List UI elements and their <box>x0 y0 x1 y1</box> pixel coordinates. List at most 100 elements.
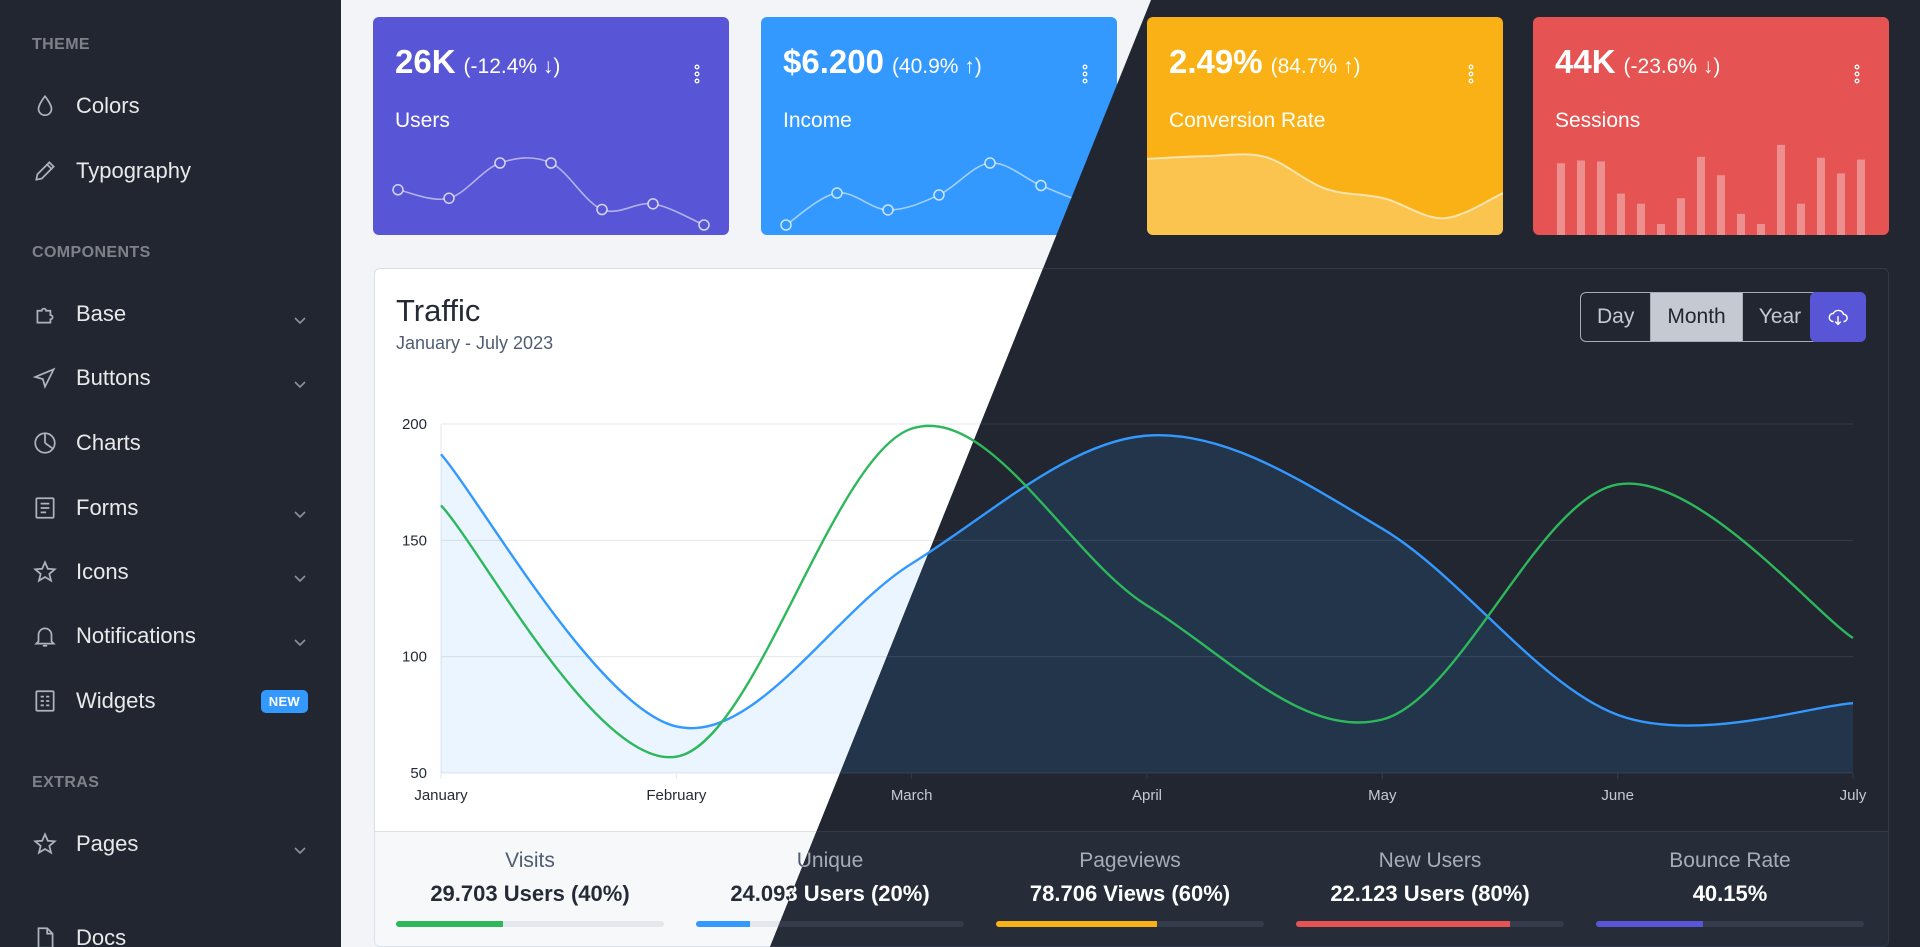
cloud-download-icon <box>1828 309 1848 326</box>
widget-card-income: $6.200 (40.9% ↑) Income <box>761 17 1117 235</box>
spark-bar <box>1657 223 1665 235</box>
stat-value: 24.093 Users (20%) <box>730 881 930 906</box>
sidebar-item-icons[interactable]: Icons <box>0 544 341 600</box>
sidebar-item-label: Docs <box>76 925 127 947</box>
card-change: (-12.4% ↓) <box>463 55 561 78</box>
stat-progress <box>396 921 664 927</box>
y-tick-label: 150 <box>402 532 427 549</box>
chevron-down-icon <box>293 501 307 519</box>
x-tick-label: July <box>1840 787 1867 804</box>
more-options-icon[interactable] <box>1852 63 1862 85</box>
stat-value: 40.15% <box>1692 881 1768 906</box>
sidebar-item-forms[interactable]: Forms <box>0 480 341 536</box>
card-value: $6.200 <box>783 43 884 80</box>
new-badge: NEW <box>260 690 308 713</box>
spark-point <box>443 192 455 204</box>
widget-card-conversion: 2.49% (84.7% ↑) Conversion Rate <box>1147 17 1503 235</box>
more-options-icon[interactable] <box>1466 63 1476 85</box>
card-sparkline <box>392 157 710 231</box>
card-label: Income <box>783 109 852 132</box>
card-change: (40.9% ↑) <box>891 55 982 78</box>
stat-value: 29.703 Users (40%) <box>430 881 630 906</box>
spark-bar <box>1757 223 1765 235</box>
main-content: 26K (-12.4% ↓) Users $6.200 (40.9% ↑) Inco… <box>341 0 1920 947</box>
calculator-icon <box>32 688 58 714</box>
period-day-button[interactable]: Day <box>1581 293 1652 341</box>
sidebar-item-colors[interactable]: Colors <box>0 78 341 134</box>
spark-bar <box>1817 157 1825 235</box>
sidebar-item-typography[interactable]: Typography <box>0 143 341 199</box>
stat-progress-fill <box>396 921 504 927</box>
traffic-subtitle: January - July 2023 <box>396 333 554 353</box>
stat-progress <box>996 921 1264 927</box>
spark-point <box>780 219 792 231</box>
sidebar-item-charts[interactable]: Charts <box>0 415 341 471</box>
traffic-title: Traffic <box>396 293 481 328</box>
period-toggle: Day Month Year <box>1580 292 1819 342</box>
chevron-down-icon <box>293 565 307 583</box>
sidebar-item-widgets[interactable]: Widgets NEW <box>0 673 341 729</box>
period-year-button[interactable]: Year <box>1743 293 1817 341</box>
x-tick-label: February <box>646 787 707 804</box>
card-label: Conversion Rate <box>1169 109 1326 132</box>
sidebar-item-label: Typography <box>76 158 191 183</box>
spark-point <box>1035 179 1047 192</box>
sidebar-item-buttons[interactable]: Buttons <box>0 350 341 406</box>
stat-label: New Users <box>1378 849 1482 872</box>
x-tick-label: January <box>414 787 468 804</box>
stat-progress-fill <box>1596 921 1704 927</box>
spark-point <box>882 204 894 216</box>
card-change: (84.7% ↑) <box>1270 55 1361 78</box>
sidebar-item-docs[interactable]: Docs <box>0 910 341 947</box>
stat-label: Visits <box>505 849 555 872</box>
stat-visits: Visits 29.703 Users (40%) <box>396 832 664 927</box>
download-button[interactable] <box>1810 292 1866 342</box>
card-sparkline <box>1557 144 1865 235</box>
x-tick-label: March <box>891 787 933 804</box>
stat-bounce-rate: Bounce Rate 40.15% <box>1596 832 1864 927</box>
spark-point <box>698 219 710 231</box>
stat-value: 22.123 Users (80%) <box>1330 881 1530 906</box>
spark-bar <box>1857 159 1865 235</box>
spark-bar <box>1557 163 1565 235</box>
spark-point <box>494 157 506 169</box>
x-tick-label: April <box>1132 787 1162 804</box>
card-sparkline <box>1147 153 1503 235</box>
stat-label: Bounce Rate <box>1669 849 1791 872</box>
stat-progress-fill <box>996 921 1157 927</box>
star-icon <box>32 559 58 585</box>
sidebar-item-base[interactable]: Base <box>0 286 341 342</box>
card-sparkline <box>780 157 1098 231</box>
stat-progress <box>1296 921 1564 927</box>
cursor-icon <box>32 365 58 391</box>
spark-point <box>933 189 945 201</box>
spark-bar <box>1597 161 1605 235</box>
spark-bar <box>1777 144 1785 235</box>
spark-point <box>1086 200 1098 212</box>
sidebar-item-pages[interactable]: Pages <box>0 816 341 872</box>
card-label: Sessions <box>1555 109 1641 132</box>
y-tick-label: 100 <box>402 649 427 666</box>
stat-label: Unique <box>796 849 864 872</box>
spark-point <box>647 198 659 210</box>
spark-point <box>831 187 843 199</box>
traffic-card: Traffic January - July 2023 Day Month Ye… <box>374 268 1889 947</box>
sidebar-item-label: Colors <box>76 93 140 118</box>
card-change: (-23.6% ↓) <box>1623 55 1721 78</box>
spark-bar <box>1637 203 1645 235</box>
pencil-icon <box>32 158 58 184</box>
chevron-down-icon <box>293 837 307 855</box>
sidebar: THEME Colors Typography COMPONENTS Base … <box>0 0 341 947</box>
spark-area <box>1147 154 1503 235</box>
widget-card-sessions: 44K (-23.6% ↓) Sessions <box>1533 17 1889 235</box>
x-tick-label: June <box>1601 787 1634 804</box>
sidebar-item-notifications[interactable]: Notifications <box>0 608 341 664</box>
period-month-button[interactable]: Month <box>1651 293 1743 341</box>
chevron-down-icon <box>293 629 307 647</box>
spark-bar <box>1737 213 1745 235</box>
more-options-icon[interactable] <box>692 63 702 85</box>
bell-icon <box>32 623 58 649</box>
y-tick-label: 200 <box>402 416 427 433</box>
spark-bar <box>1837 173 1845 235</box>
more-options-icon[interactable] <box>1080 63 1090 85</box>
